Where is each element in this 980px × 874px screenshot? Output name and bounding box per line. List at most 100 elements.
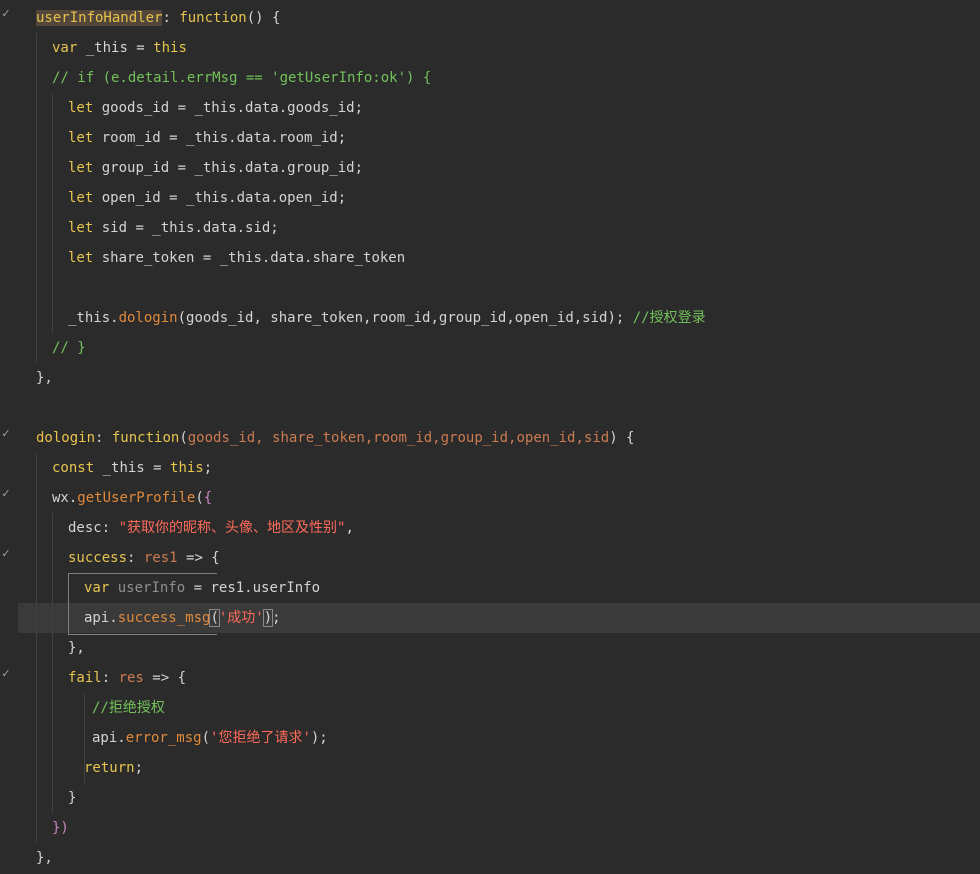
code-line[interactable]: dologin: function(goods_id, share_token,… [36, 423, 634, 453]
code-line[interactable]: }) [52, 813, 69, 843]
code-token: room_id = _this.data.room_id; [93, 130, 347, 146]
code-line[interactable]: let sid = _this.data.sid; [68, 213, 279, 243]
code-token: ( [201, 730, 211, 746]
code-line[interactable]: _this.dologin(goods_id, share_token,room… [68, 303, 706, 333]
code-token: _this = [77, 40, 154, 56]
code-token: let [68, 100, 94, 116]
code-token: api. [92, 730, 126, 746]
code-token: ) [262, 609, 274, 627]
code-token: => { [143, 670, 187, 686]
code-token: res1 [143, 550, 178, 566]
code-token: success [68, 550, 128, 566]
code-token: success_msg [117, 610, 211, 626]
code-token: (goods_id, share_token,room_id,group_id,… [177, 310, 633, 326]
code-token: } [68, 790, 77, 806]
code-token: _this. [68, 310, 119, 326]
indent-guide [52, 93, 53, 333]
code-token: _this = [94, 460, 171, 476]
code-token: let [68, 160, 94, 176]
code-token: '您拒绝了请求' [210, 730, 311, 746]
code-token: var [84, 580, 110, 596]
code-token: // if (e.detail.errMsg == 'getUserInfo:o… [52, 70, 432, 86]
fold-check-icon[interactable]: ✓ [0, 547, 12, 561]
code-line[interactable]: success: res1 => { [68, 543, 220, 573]
code-line[interactable]: wx.getUserProfile({ [52, 483, 212, 513]
code-line[interactable]: let open_id = _this.data.open_id; [68, 183, 346, 213]
code-token: goods_id, share_token,room_id,group_id,o… [187, 430, 610, 446]
code-token: { [203, 490, 213, 506]
code-token: wx. [52, 490, 78, 506]
code-token: error_msg [125, 730, 202, 746]
code-token: }) [52, 820, 69, 836]
code-line[interactable]: // } [52, 333, 86, 363]
code-line[interactable]: userInfoHandler: function() { [36, 3, 280, 33]
code-editor[interactable]: ✓ ✓ ✓ ✓ ✓ userInfoHandler: function() {var _… [0, 0, 980, 874]
indent-guide [52, 513, 53, 813]
fold-check-icon[interactable]: ✓ [0, 487, 12, 501]
code-line[interactable]: return; [84, 753, 143, 783]
code-token: this [153, 40, 187, 56]
code-line[interactable]: } [68, 783, 76, 813]
code-token: () { [246, 10, 281, 26]
code-token: '成功' [218, 610, 264, 626]
code-line[interactable]: var userInfo = res1.userInfo [84, 573, 320, 603]
code-token: , [345, 520, 354, 536]
code-token: sid = _this.data.sid; [93, 220, 279, 236]
code-token: this [170, 460, 204, 476]
code-line[interactable]: }, [36, 363, 53, 393]
code-token: ; [203, 460, 213, 476]
code-token: api. [84, 610, 118, 626]
code-token: }, [36, 850, 53, 866]
code-token: getUserProfile [77, 490, 196, 506]
code-line[interactable]: desc: "获取你的昵称、头像、地区及性别", [68, 513, 354, 543]
code-token: ; [272, 610, 281, 626]
code-line[interactable]: var _this = this [52, 33, 187, 63]
code-line[interactable]: }, [68, 633, 85, 663]
indent-guide [36, 33, 37, 363]
code-line[interactable]: api.error_msg('您拒绝了请求'); [92, 723, 328, 753]
code-token: group_id = _this.data.group_id; [93, 160, 364, 176]
code-token: }, [68, 640, 85, 656]
indent-guide [36, 453, 37, 843]
code-line[interactable]: let room_id = _this.data.room_id; [68, 123, 346, 153]
code-token: let [68, 130, 94, 146]
code-token: userInfo [117, 580, 186, 596]
code-line[interactable]: // if (e.detail.errMsg == 'getUserInfo:o… [52, 63, 431, 93]
code-token: function [179, 10, 247, 26]
code-token: userInfoHandler [36, 10, 163, 26]
code-line[interactable]: let goods_id = _this.data.goods_id; [68, 93, 363, 123]
code-token: ( [195, 490, 204, 506]
code-line[interactable]: fail: res => { [68, 663, 186, 693]
code-token: "获取你的昵称、头像、地区及性别" [118, 520, 346, 536]
code-line[interactable]: //拒绝授权 [92, 693, 165, 723]
code-line[interactable]: }, [36, 843, 53, 873]
code-token: => { [177, 550, 220, 566]
code-token: : [127, 550, 144, 566]
code-token: dologin [118, 310, 178, 326]
code-token: res [118, 670, 144, 686]
code-token: : [101, 670, 119, 686]
code-line[interactable]: api.success_msg('成功'); [84, 603, 281, 633]
code-token: ( [179, 430, 188, 446]
code-token: : [162, 10, 180, 26]
code-token: : [95, 430, 112, 446]
code-token: let [68, 250, 94, 266]
fold-check-icon[interactable]: ✓ [0, 427, 12, 441]
code-token: //拒绝授权 [92, 700, 165, 716]
code-token: fail [68, 670, 102, 686]
code-token: var [52, 40, 78, 56]
code-line[interactable]: let group_id = _this.data.group_id; [68, 153, 363, 183]
code-token: const [52, 460, 95, 476]
code-token: ( [209, 609, 220, 627]
code-token: return [84, 760, 135, 776]
code-line[interactable]: let share_token = _this.data.share_token [68, 243, 405, 273]
code-token: ) { [609, 430, 635, 446]
code-token: let [68, 190, 94, 206]
fold-check-icon[interactable]: ✓ [0, 667, 12, 681]
fold-check-icon[interactable]: ✓ [0, 7, 12, 21]
code-token: let [68, 220, 94, 236]
code-token: }, [36, 370, 53, 386]
code-line[interactable]: const _this = this; [52, 453, 212, 483]
code-token: = res1.userInfo [185, 580, 321, 596]
